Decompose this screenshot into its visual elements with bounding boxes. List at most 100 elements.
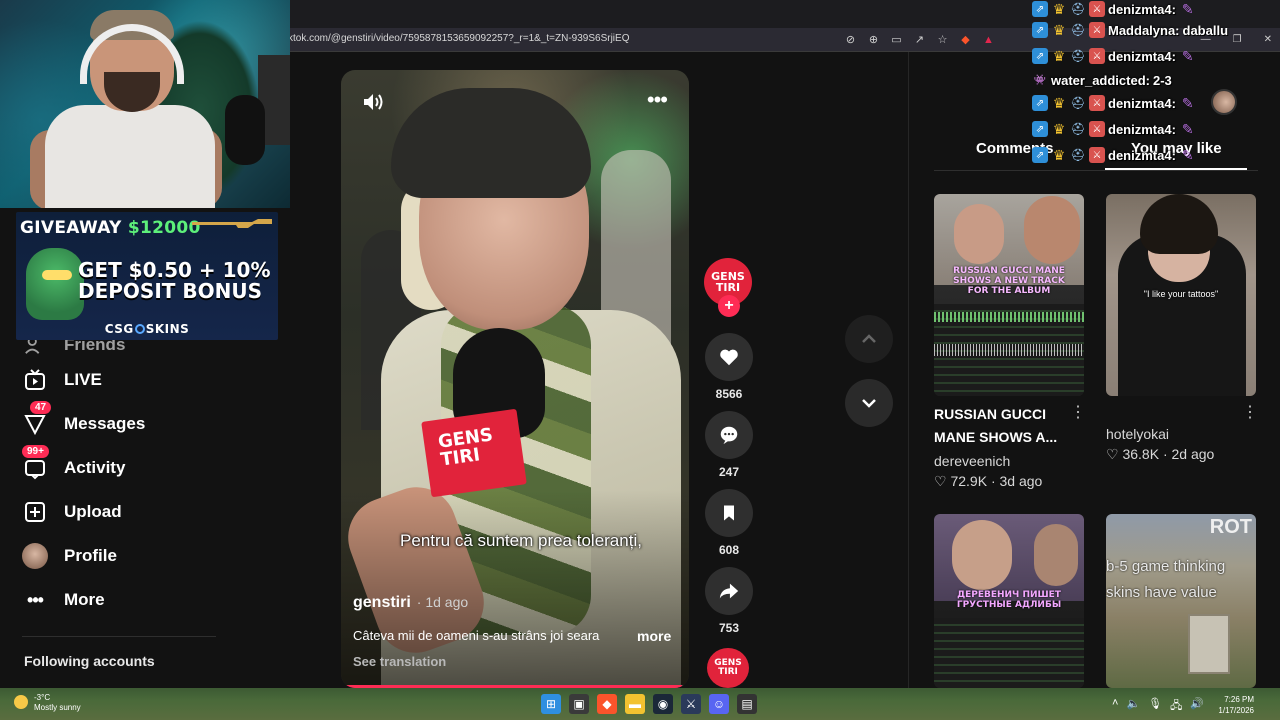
pin-badge-icon: ⇗ [1032, 121, 1048, 137]
save-count: 608 [718, 543, 740, 557]
see-translation-link[interactable]: See translation [353, 654, 446, 669]
game-launcher-icon[interactable]: ⚔ [681, 694, 701, 714]
heart-outline-icon: ♡ [1106, 446, 1119, 462]
pin-badge-icon: ⇗ [1032, 22, 1048, 38]
video-subtitle: Pentru că suntem prea toleranți, [400, 531, 642, 550]
system-tray: ˄ 🔈 🎙 🖧 🔊 [1112, 697, 1204, 716]
microphone-icon[interactable]: 🎙 [1148, 697, 1162, 716]
weather-temperature: -3°C [34, 693, 51, 702]
task-view-icon[interactable]: ▣ [569, 694, 589, 714]
card-age: 3d ago [999, 473, 1043, 489]
speaker-icon[interactable]: 🔈 [1126, 697, 1140, 716]
sub-badge-icon: ⚔ [1089, 121, 1105, 137]
invader-badge-icon: 👾 [1033, 74, 1047, 86]
video-author[interactable]: genstiri [353, 594, 411, 612]
like-count: 8566 [715, 387, 743, 401]
tray-chevron-icon[interactable]: ˄ [1112, 697, 1118, 716]
card-likes: 72.9K [950, 473, 988, 489]
messages-badge: 47 [30, 401, 52, 414]
activity-badge: 99+ [22, 445, 49, 458]
sidebar-item-label: Profile [64, 546, 117, 565]
share-count: 753 [718, 621, 740, 635]
bookmark-icon [724, 505, 734, 521]
live-tv-icon [22, 367, 48, 393]
emote-icon: ✎ [1181, 47, 1194, 64]
sidebar-item-profile[interactable]: Profile [22, 541, 117, 571]
card-stats: ♡ 72.9K · 3d ago [934, 473, 1043, 489]
chevron-down-icon [862, 399, 876, 408]
chat-message: ⇗ ♛ ⛑ ⚔ denizmta4: ✎ [1032, 0, 1194, 18]
video-card-thumbnail[interactable]: "I like your tattoos" [1106, 194, 1256, 396]
brave-shields-icon[interactable]: ◆ [957, 31, 974, 48]
crown-badge-icon: ♛ [1052, 146, 1066, 163]
chat-username: water_addicted: [1051, 72, 1150, 88]
zoom-icon[interactable]: ⊕ [865, 31, 882, 48]
previous-video-button[interactable] [845, 315, 893, 363]
description-more-button[interactable]: more [637, 628, 671, 644]
card-more-icon[interactable]: ⋮ [1070, 405, 1086, 421]
profile-avatar [22, 543, 48, 569]
sidebar-item-messages[interactable]: 47 Messages [22, 401, 145, 439]
chat-username: denizmta4: [1108, 1, 1176, 17]
sub-badge-icon: ⚔ [1089, 95, 1105, 111]
messages-icon: 47 [22, 401, 52, 437]
comment-button[interactable] [705, 411, 753, 459]
giveaway-amount: $12000 [127, 218, 201, 238]
sub-badge-icon: ⚔ [1089, 1, 1105, 17]
pip-icon[interactable]: ▭ [888, 31, 905, 48]
brand-dot-icon [134, 324, 145, 334]
windows-start-icon[interactable]: ⊞ [541, 694, 561, 714]
like-button[interactable] [705, 333, 753, 381]
file-explorer-icon[interactable]: ▬ [625, 694, 645, 714]
sidebar-item-more[interactable]: ••• More [22, 585, 105, 615]
chat-message: ⇗ ♛ ⛑ ⚔ denizmta4: ✎ [1032, 94, 1194, 112]
card-title[interactable]: RUSSIAN GUCCI MANE SHOWS A... [934, 403, 1064, 449]
bot-badge-icon: ⛑ [1070, 49, 1086, 63]
bonus-line-1: GET $0.50 + 10% [78, 258, 271, 282]
sidebar-item-activity[interactable]: 99+ Activity [22, 445, 126, 483]
next-video-button[interactable] [845, 379, 893, 427]
volume-icon[interactable]: 🔊 [1190, 697, 1204, 716]
emote-icon: ✎ [1181, 94, 1194, 111]
steam-icon[interactable]: ◉ [653, 694, 673, 714]
share-button[interactable] [705, 567, 753, 615]
network-icon[interactable]: 🖧 [1170, 697, 1182, 716]
share-icon[interactable]: ↗ [911, 31, 928, 48]
video-card-thumbnail[interactable]: ROT b-5 game thinking skins have value [1106, 514, 1256, 688]
reader-mode-icon[interactable]: ⊘ [842, 31, 859, 48]
sidebar-item-upload[interactable]: Upload [22, 497, 122, 527]
bonus-text: GET $0.50 + 10% DEPOSIT BONUS [78, 260, 274, 302]
app-icon[interactable]: ▤ [737, 694, 757, 714]
video-card-thumbnail[interactable]: RUSSIAN GUCCI MANE SHOWS A NEW TRACK FOR… [934, 194, 1084, 396]
card-author[interactable]: dereveenich [934, 453, 1010, 469]
video-card-thumbnail[interactable]: ДЕРЕВЕНИЧ ПИШЕТ ГРУСТНЫЕ АДЛИБЫ [934, 514, 1084, 688]
weather-condition: Mostly sunny [34, 703, 81, 712]
pin-badge-icon: ⇗ [1032, 147, 1048, 163]
music-disc[interactable]: GENS TIRI [707, 648, 749, 688]
save-button[interactable] [705, 489, 753, 537]
chat-username: denizmta4: [1108, 147, 1176, 163]
rewards-icon[interactable]: ▲ [980, 31, 997, 48]
follow-button[interactable]: + [718, 295, 740, 317]
url-text[interactable]: ktok.com/@genstiri/video/759587815365909… [288, 33, 629, 44]
video-player[interactable]: GENS TIRI ••• Pentru că suntem prea tole… [341, 70, 689, 688]
chat-username: denizmta4: [1108, 95, 1176, 111]
card-stats: ♡ 36.8K · 2d ago [1106, 446, 1215, 462]
video-more-options-icon[interactable]: ••• [647, 89, 668, 111]
card-author[interactable]: hotelyokai [1106, 426, 1169, 442]
bookmark-icon[interactable]: ☆ [934, 31, 951, 48]
sidebar-item-live[interactable]: LIVE [22, 365, 102, 395]
brave-browser-icon[interactable]: ◆ [597, 694, 617, 714]
chat-username: denizmta4: [1108, 48, 1176, 64]
discord-icon[interactable]: ☺ [709, 694, 729, 714]
weather-widget[interactable]: -3°C Mostly sunny [14, 693, 81, 713]
brand-left: CSG [104, 322, 134, 336]
video-author-row: genstiri · 1d ago [353, 594, 468, 612]
taskbar-clock[interactable]: 7:26 PM 1/17/2026 [1210, 694, 1254, 716]
sidebar-item-label: LIVE [64, 370, 102, 389]
thumbnail-caption: "I like your tattoos" [1143, 289, 1219, 299]
volume-icon[interactable] [361, 90, 385, 114]
card-more-icon[interactable]: ⋮ [1242, 405, 1258, 421]
stream-chat-overlay: ⇗ ♛ ⛑ ⚔ denizmta4: ✎ ⇗ ♛ ⛑ ⚔ Maddalyna: daballu ⇗ ♛ ⛑ ⚔… [1030, 0, 1280, 170]
sidebar-item-label: Activity [64, 458, 126, 477]
